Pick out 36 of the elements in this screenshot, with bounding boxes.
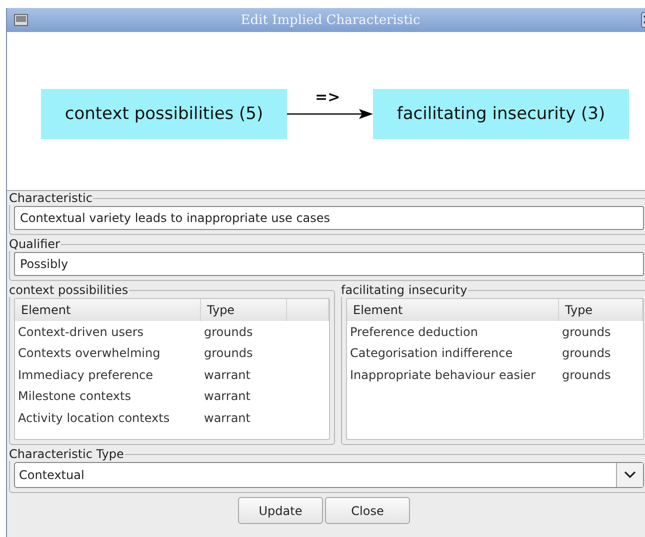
table-cell-text: Contexts overwhelming — [17, 346, 162, 360]
table-cell-text: Context-driven users — [17, 324, 145, 339]
characteristic-field[interactable]: Contextual variety leads to inappropriate use cases — [14, 206, 644, 230]
diagram-node[interactable]: context possibilities (5) — [41, 89, 287, 139]
table-cell-text: grounds — [203, 346, 254, 360]
table-cell-text: Activity location contexts — [17, 410, 171, 425]
table-cell-text: grounds — [561, 324, 612, 339]
table-cell-text: grounds — [561, 368, 612, 382]
table-cell-text: Immediacy preference — [17, 368, 154, 382]
window-title: Edit Implied Characteristic — [240, 12, 422, 28]
characteristic-type-dropdown[interactable]: Contextual — [14, 462, 644, 488]
table-cell-text: Milestone contexts — [17, 389, 132, 404]
chevron-down-icon — [624, 471, 636, 479]
group-label: context possibilities — [8, 283, 130, 297]
table-cell-text: grounds — [561, 346, 612, 360]
table-cell-text: grounds — [203, 324, 254, 339]
column-header[interactable]: Type — [201, 299, 287, 321]
window-menu-icon[interactable] — [14, 14, 28, 26]
group-label: facilitating insecurity — [340, 283, 468, 297]
group-label: Characteristic Type — [8, 447, 125, 461]
diagram-node[interactable]: facilitating insecurity (3) — [373, 89, 629, 139]
column-header[interactable]: Type — [559, 299, 643, 321]
table-cell-text: Categorisation indifference — [349, 346, 514, 360]
table-cell-text: warrant — [203, 368, 252, 382]
table-cell-text: Preference deduction — [349, 324, 479, 339]
dialog-button[interactable]: Close — [325, 497, 410, 524]
group-label: Characteristic — [8, 191, 94, 205]
edge-label: => — [315, 88, 340, 106]
dialog-button[interactable]: Update — [238, 497, 323, 524]
column-header[interactable]: Element — [347, 299, 559, 321]
group-label: Qualifier — [8, 237, 61, 251]
table-cell-text: Inappropriate behaviour easier — [349, 368, 537, 382]
table-cell-text: warrant — [203, 410, 252, 425]
column-header[interactable]: Element — [15, 299, 201, 321]
table-cell-text: warrant — [203, 389, 252, 404]
qualifier-field[interactable]: Possibly — [14, 252, 644, 276]
